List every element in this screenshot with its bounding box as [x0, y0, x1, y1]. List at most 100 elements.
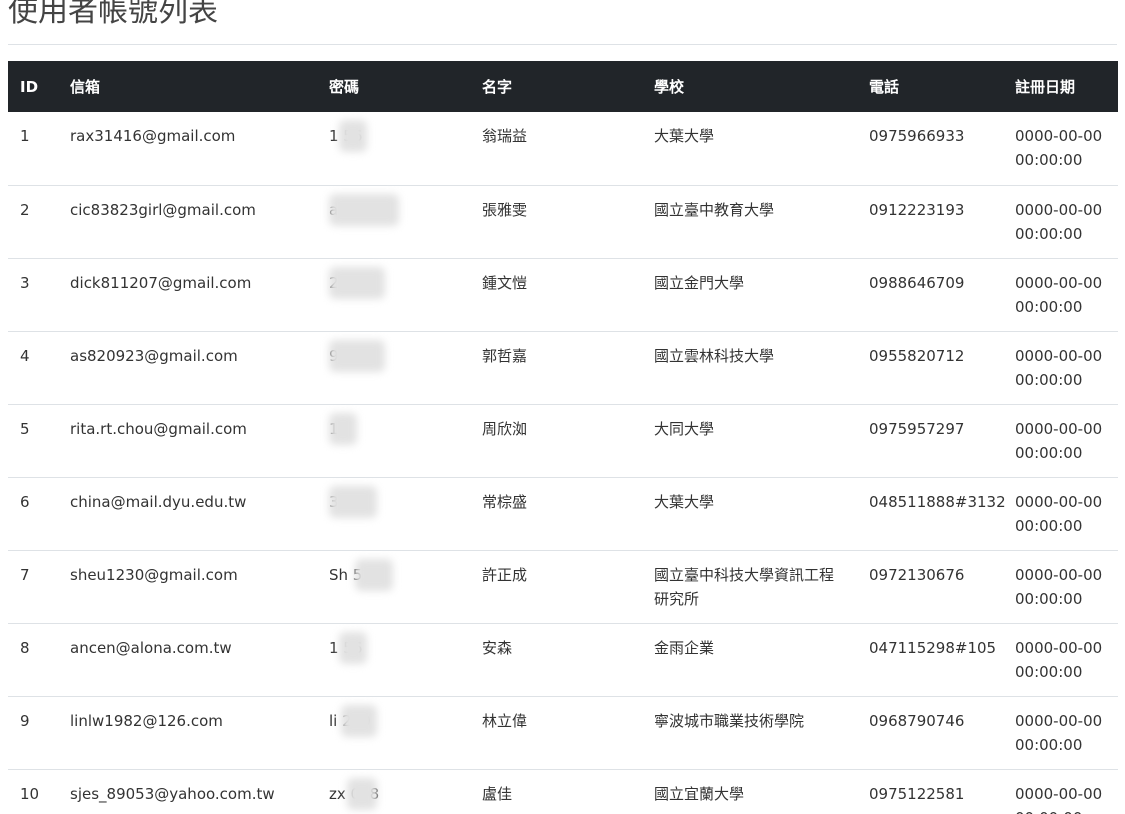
cell-school: 大同大學: [642, 404, 857, 478]
user-accounts-page: 使用者帳號列表 ID 信箱 密碼 名字 學校 電話 註冊日期 1 rax31416…: [0, 0, 1125, 814]
table-header: ID 信箱 密碼 名字 學校 電話 註冊日期: [8, 61, 1118, 112]
cell-id: 7: [8, 550, 58, 624]
redaction-blur: [329, 412, 357, 445]
cell-id: 1: [8, 112, 58, 186]
cell-phone: 047115298#105: [857, 623, 1003, 697]
column-header-id: ID: [8, 61, 58, 112]
cell-name: 常棕盛: [470, 477, 642, 551]
cell-email: dick811207@gmail.com: [58, 258, 317, 332]
cell-id: 2: [8, 185, 58, 259]
password-value: 1 56: [329, 120, 367, 152]
header-row: ID 信箱 密碼 名字 學校 電話 註冊日期: [8, 61, 1118, 112]
cell-phone: 0988646709: [857, 258, 1003, 332]
password-value: anna: [329, 193, 399, 226]
cell-registered: 0000-00-00 00:00:00: [1003, 623, 1118, 697]
cell-school: 國立金門大學: [642, 258, 857, 332]
password-value: 1 56: [329, 631, 367, 664]
cell-email: ancen@alona.com.tw: [58, 623, 317, 697]
table-row: 7sheu1230@gmail.com Sh 529 許正成國立臺中科技大學資訊工程…: [8, 550, 1118, 624]
table-row: 10sjes_89053@yahoo.com.twzx 008盧佳國立宜蘭大學0…: [8, 769, 1118, 814]
cell-phone: 0975122581: [857, 769, 1003, 814]
redaction-blur: [329, 266, 385, 299]
password-value: zx 008: [329, 777, 379, 810]
cell-id: 6: [8, 477, 58, 551]
cell-name: 盧佳: [470, 769, 642, 814]
cell-email: china@mail.dyu.edu.tw: [58, 477, 317, 551]
cell-password: 12: [317, 404, 470, 478]
cell-registered: 0000-00-00 00:00:00: [1003, 477, 1118, 551]
cell-email: rax31416@gmail.com: [58, 112, 317, 186]
cell-password: 1 56: [317, 623, 470, 697]
cell-email: rita.rt.chou@gmail.com: [58, 404, 317, 478]
redaction-blur: [329, 485, 377, 518]
cell-school: 國立雲林科技大學: [642, 331, 857, 405]
cell-school: 國立臺中科技大學資訊工程研究所: [642, 550, 857, 624]
password-value: 234: [329, 266, 385, 299]
cell-school: 金雨企業: [642, 623, 857, 697]
cell-phone: 048511888#3132: [857, 477, 1006, 551]
cell-id: 3: [8, 258, 58, 332]
cell-name: 林立偉: [470, 696, 642, 770]
cell-registered: 0000-00-00 00:00:00: [1003, 185, 1118, 259]
cell-name: 張雅雯: [470, 185, 642, 259]
cell-email: sheu1230@gmail.com: [58, 550, 317, 624]
cell-school: 國立臺中教育大學: [642, 185, 857, 259]
redaction-blur: [355, 558, 393, 591]
cell-password: li 220: [317, 696, 470, 770]
cell-school: 國立宜蘭大學: [642, 769, 857, 814]
cell-email: as820923@gmail.com: [58, 331, 317, 405]
page-title: 使用者帳號列表: [8, 0, 218, 29]
cell-school: 大葉大學: [642, 477, 857, 551]
table-row: 9linlw1982@126.com li 220 林立偉寧波城市職業技術學院096…: [8, 696, 1118, 770]
password-value: 923: [329, 339, 385, 372]
cell-name: 周欣洳: [470, 404, 642, 478]
redaction-blur: [329, 339, 385, 372]
cell-registered: 0000-00-00 00:00:00: [1003, 258, 1118, 332]
cell-registered: 0000-00-00 00:00:00: [1003, 404, 1118, 478]
cell-password: 234: [317, 258, 470, 332]
accounts-table: ID 信箱 密碼 名字 學校 電話 註冊日期 1 rax31416@gmail.c…: [8, 61, 1118, 814]
cell-phone: 0912223193: [857, 185, 1003, 259]
cell-registered: 0000-00-00 00:00:00: [1003, 769, 1118, 814]
column-header-name: 名字: [470, 61, 642, 112]
password-value: li 220: [329, 704, 377, 737]
redaction-blur: [347, 777, 377, 810]
cell-password: 923: [317, 331, 470, 405]
cell-id: 8: [8, 623, 58, 697]
cell-name: 翁瑞益: [470, 112, 642, 186]
cell-phone: 0968790746: [857, 696, 1003, 770]
table-row: 3dick811207@gmail.com 234 鍾文愷國立金門大學0988646…: [8, 258, 1118, 332]
cell-id: 10: [8, 769, 58, 814]
column-header-registered: 註冊日期: [1003, 61, 1118, 112]
cell-id: 9: [8, 696, 58, 770]
cell-password: 1 56: [317, 112, 470, 186]
column-header-password: 密碼: [317, 61, 470, 112]
cell-registered: 0000-00-00 00:00:00: [1003, 696, 1118, 770]
cell-name: 許正成: [470, 550, 642, 624]
table-row: 6china@mail.dyu.edu.tw 3 常棕盛大葉大學048511888#…: [8, 477, 1118, 551]
table-row: 2cic83823girl@gmail.com anna 張雅雯國立臺中教育大學09…: [8, 185, 1118, 259]
column-header-school: 學校: [642, 61, 857, 112]
column-header-phone: 電話: [857, 61, 1003, 112]
cell-password: zx 008: [317, 769, 470, 814]
redaction-blur: [341, 704, 377, 737]
password-value: Sh 529: [329, 558, 393, 591]
redaction-blur: [329, 193, 399, 226]
redaction-blur: [339, 120, 367, 152]
cell-name: 郭哲嘉: [470, 331, 642, 405]
cell-email: cic83823girl@gmail.com: [58, 185, 317, 259]
title-divider: [8, 44, 1117, 45]
cell-name: 鍾文愷: [470, 258, 642, 332]
cell-registered: 0000-00-00 00:00:00: [1003, 112, 1118, 186]
password-value: 3: [329, 485, 377, 518]
table-row: 8ancen@alona.com.tw 1 56 安森金雨企業047115298#1…: [8, 623, 1118, 697]
cell-registered: 0000-00-00 00:00:00: [1003, 550, 1118, 624]
redaction-blur: [339, 631, 367, 664]
cell-id: 4: [8, 331, 58, 405]
cell-id: 5: [8, 404, 58, 478]
cell-phone: 0975966933: [857, 112, 1003, 186]
cell-school: 大葉大學: [642, 112, 857, 186]
cell-school: 寧波城市職業技術學院: [642, 696, 857, 770]
table-row: 4as820923@gmail.com 923 郭哲嘉國立雲林科技大學0955820…: [8, 331, 1118, 405]
cell-phone: 0955820712: [857, 331, 1003, 405]
